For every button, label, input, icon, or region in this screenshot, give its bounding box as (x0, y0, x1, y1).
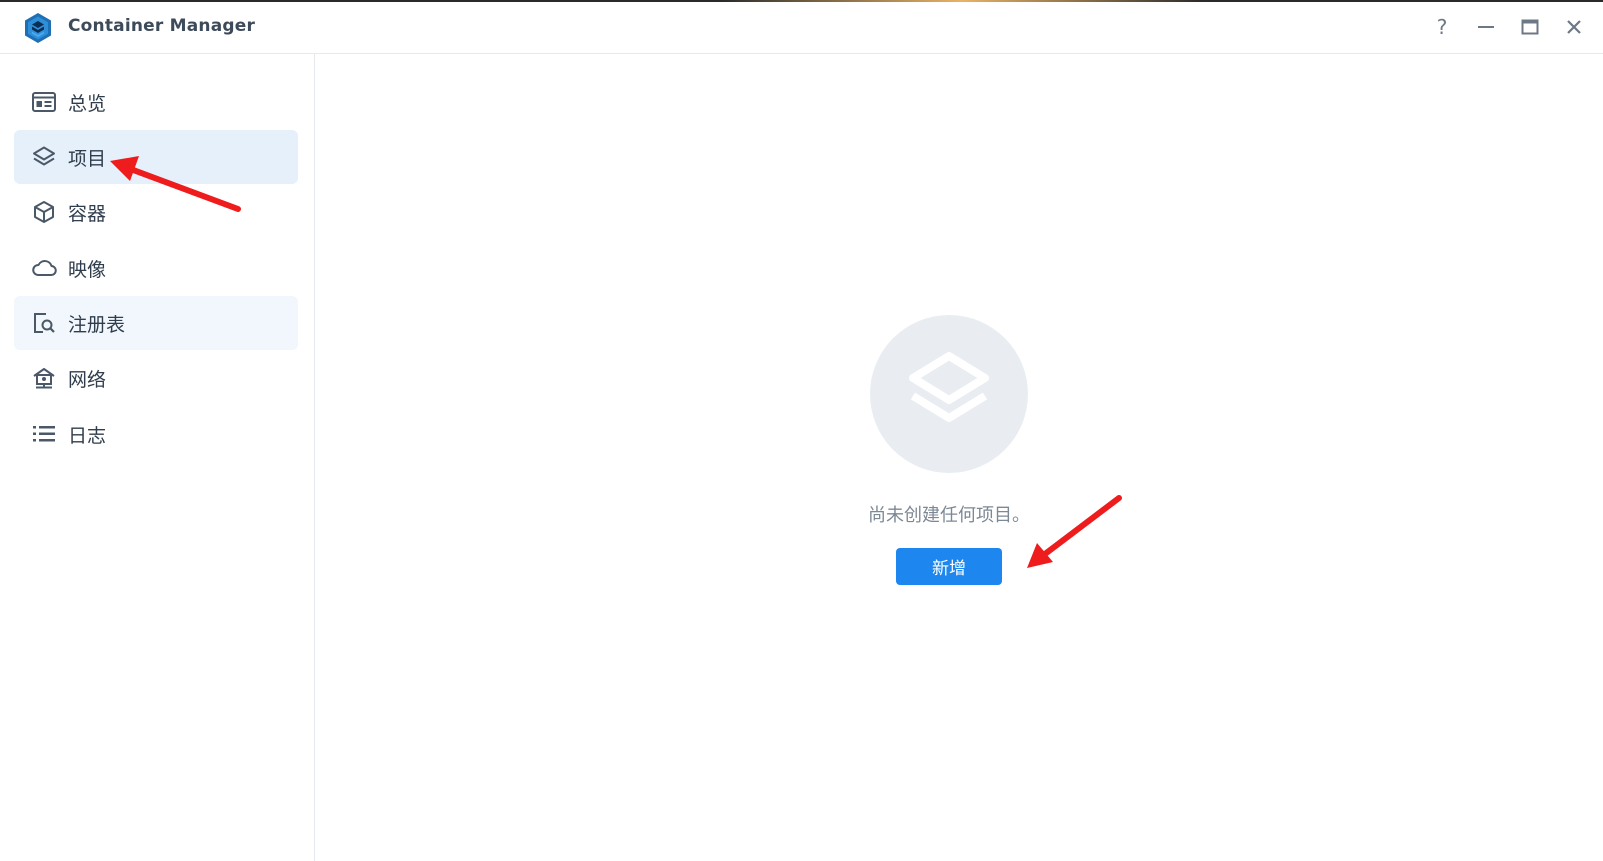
sidebar-item-network[interactable]: 网络 (14, 351, 298, 405)
minimize-icon (1478, 26, 1494, 28)
help-button[interactable]: ? (1429, 14, 1455, 40)
empty-state-illustration (870, 315, 1028, 473)
help-icon: ? (1436, 15, 1448, 39)
maximize-button[interactable] (1517, 14, 1543, 40)
layers-icon (909, 352, 989, 422)
empty-state-message: 尚未创建任何项目。 (868, 505, 1030, 526)
add-project-button[interactable]: 新增 (896, 548, 1002, 585)
sidebar-item-label: 注册表 (68, 313, 126, 336)
close-icon (1567, 20, 1581, 34)
sidebar-item-label: 网络 (68, 368, 107, 391)
cube-icon (31, 199, 57, 225)
layers-icon (31, 144, 57, 170)
registry-search-icon (31, 310, 57, 336)
network-home-icon (31, 365, 57, 391)
sidebar-item-label: 日志 (68, 424, 107, 447)
sidebar-item-registry[interactable]: 注册表 (14, 296, 298, 350)
sidebar: 总览 项目 容器 映像 注册表 网络 日志 (0, 54, 315, 861)
app-title: Container Manager (68, 16, 256, 36)
close-button[interactable] (1561, 14, 1587, 40)
sidebar-item-label: 总览 (68, 92, 107, 115)
maximize-icon (1521, 19, 1539, 35)
app-window: Container Manager ? 总览 项目 容器 映像 注册表 网络 日… (0, 0, 1603, 861)
overview-icon (31, 89, 57, 115)
container-manager-logo-icon (22, 12, 54, 44)
sidebar-item-project[interactable]: 项目 (14, 130, 298, 184)
title-bar: Container Manager ? (0, 2, 1603, 54)
sidebar-item-overview[interactable]: 总览 (14, 75, 298, 129)
sidebar-item-image[interactable]: 映像 (14, 241, 298, 295)
sidebar-item-log[interactable]: 日志 (14, 407, 298, 461)
minimize-button[interactable] (1473, 14, 1499, 40)
window-controls: ? (1429, 14, 1587, 40)
cloud-icon (31, 255, 57, 281)
sidebar-item-label: 映像 (68, 258, 107, 281)
sidebar-item-label: 项目 (68, 147, 107, 170)
list-icon (31, 421, 57, 447)
sidebar-item-label: 容器 (68, 202, 107, 225)
sidebar-item-container[interactable]: 容器 (14, 185, 298, 239)
main-content: 尚未创建任何项目。 新增 (315, 54, 1603, 861)
